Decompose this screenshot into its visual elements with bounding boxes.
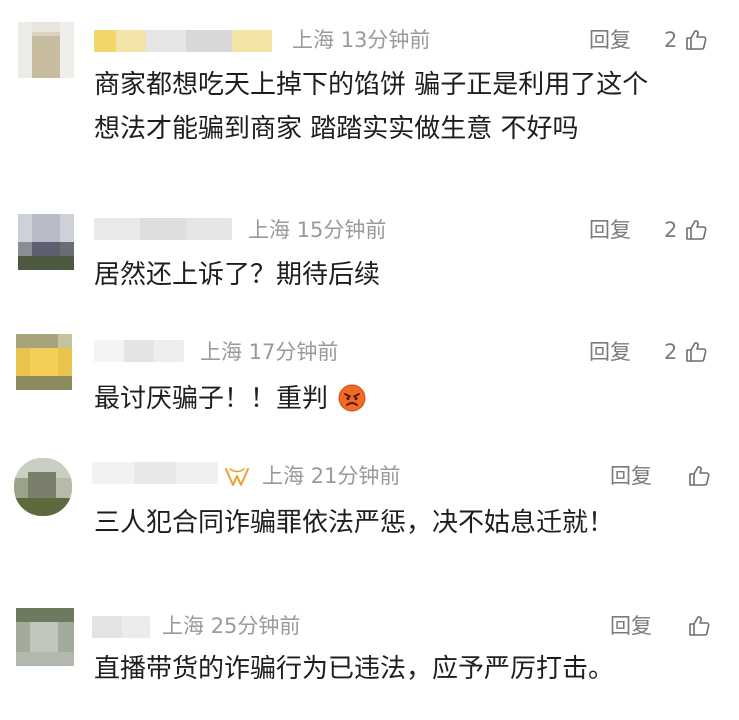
username-blurred[interactable] <box>94 340 184 362</box>
timestamp: 25分钟前 <box>210 614 301 638</box>
comment-meta: 上海 13分钟前 <box>292 26 430 54</box>
thumbs-up-icon[interactable] <box>684 340 708 364</box>
orange-v-badge-icon <box>225 468 249 486</box>
comment-meta: 上海 17分钟前 <box>200 338 338 366</box>
location-label: 上海 <box>162 614 204 638</box>
comment-meta: 上海 15分钟前 <box>248 216 386 244</box>
comment-meta: 上海 25分钟前 <box>162 612 300 640</box>
comment-text: 最讨厌骗子！！重判 <box>94 384 329 414</box>
comment-text-line: 最讨厌骗子！！重判 <box>94 378 366 420</box>
like-count: 2 <box>664 340 678 364</box>
like-count: 2 <box>664 218 678 242</box>
timestamp: 21分钟前 <box>310 464 401 488</box>
like-count: 2 <box>664 28 678 52</box>
timestamp: 13分钟前 <box>340 28 431 52</box>
location-label: 上海 <box>200 340 242 364</box>
timestamp: 17分钟前 <box>248 340 339 364</box>
comment-text-line: 想法才能骗到商家 踏踏实实做生意 不好吗 <box>94 114 579 144</box>
thumbs-up-icon[interactable] <box>687 614 711 638</box>
avatar[interactable] <box>16 608 74 666</box>
reply-button[interactable]: 回复 <box>610 462 652 490</box>
location-label: 上海 <box>262 464 304 488</box>
thumbs-up-icon[interactable] <box>684 218 708 242</box>
username-blurred[interactable] <box>94 30 272 52</box>
reply-button[interactable]: 回复 <box>610 612 652 640</box>
comment-text-line: 三人犯合同诈骗罪依法严惩，决不姑息迁就！ <box>94 508 615 538</box>
location-label: 上海 <box>248 218 290 242</box>
avatar[interactable] <box>18 22 74 78</box>
comment-meta: 上海 21分钟前 <box>262 462 400 490</box>
thumbs-up-icon[interactable] <box>684 28 708 52</box>
reply-button[interactable]: 回复 <box>589 338 631 366</box>
reply-button[interactable]: 回复 <box>589 26 631 54</box>
username-blurred[interactable] <box>94 218 232 240</box>
comment-text-line: 商家都想吃天上掉下的馅饼 骗子正是利用了这个 <box>94 70 649 100</box>
comment-text-line: 居然还上诉了？期待后续 <box>94 260 381 290</box>
avatar[interactable] <box>16 334 72 390</box>
reply-button[interactable]: 回复 <box>589 216 631 244</box>
location-label: 上海 <box>292 28 334 52</box>
avatar[interactable] <box>18 214 74 270</box>
thumbs-up-icon[interactable] <box>687 464 711 488</box>
avatar[interactable] <box>14 458 72 516</box>
angry-face-icon <box>338 384 366 412</box>
username-blurred[interactable] <box>92 616 150 638</box>
comment-text-line: 直播带货的诈骗行为已违法，应予严厉打击。 <box>94 654 615 684</box>
username-blurred[interactable] <box>92 462 218 484</box>
timestamp: 15分钟前 <box>296 218 387 242</box>
